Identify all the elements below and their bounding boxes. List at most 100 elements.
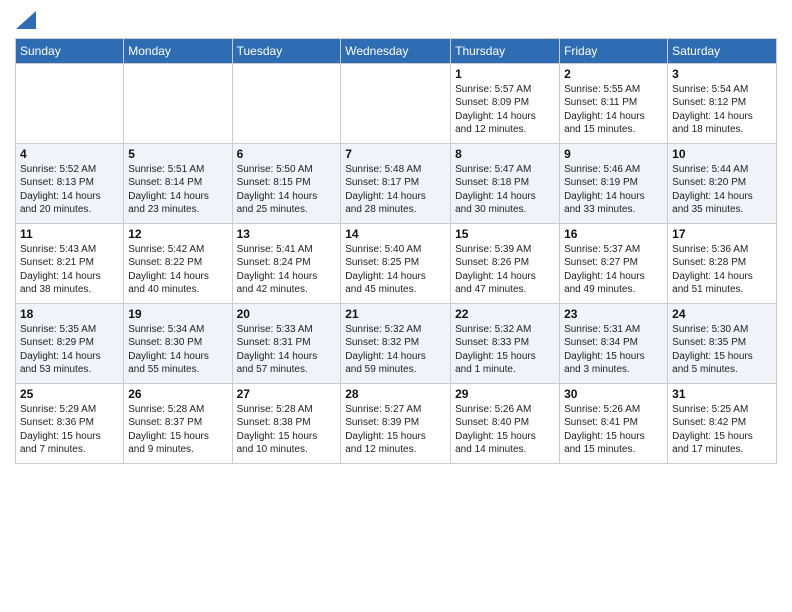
day-info: Sunrise: 5:36 AM Sunset: 8:28 PM Dayligh… (672, 243, 772, 297)
day-info: Sunrise: 5:54 AM Sunset: 8:12 PM Dayligh… (672, 83, 772, 137)
day-number: 7 (345, 147, 446, 161)
calendar-day-header: Monday (124, 38, 232, 63)
calendar-cell: 9 Sunrise: 5:46 AM Sunset: 8:19 PM Daylig… (560, 143, 668, 223)
calendar-cell: 15Sunrise: 5:39 AM Sunset: 8:26 PM Dayli… (451, 223, 560, 303)
calendar-cell: 31Sunrise: 5:25 AM Sunset: 8:42 PM Dayli… (668, 383, 777, 463)
calendar-cell: 28 Sunrise: 5:27 AM Sunset: 8:39 PM Dayli… (341, 383, 451, 463)
day-info: Sunrise: 5:52 AM Sunset: 8:13 PM Dayligh… (20, 163, 119, 217)
day-info: Sunrise: 5:44 AM Sunset: 8:20 PM Dayligh… (672, 163, 772, 217)
calendar-cell: 29 Sunrise: 5:26 AM Sunset: 8:40 PM Dayli… (451, 383, 560, 463)
calendar-cell: 7 Sunrise: 5:48 AM Sunset: 8:17 PM Daylig… (341, 143, 451, 223)
calendar-day-header: Tuesday (232, 38, 341, 63)
calendar-cell: 18 Sunrise: 5:35 AM Sunset: 8:29 PM Dayli… (16, 303, 124, 383)
calendar-cell: 13 Sunrise: 5:41 AM Sunset: 8:24 PM Dayli… (232, 223, 341, 303)
calendar-cell: 19Sunrise: 5:34 AM Sunset: 8:30 PM Dayli… (124, 303, 232, 383)
calendar-cell: 17 Sunrise: 5:36 AM Sunset: 8:28 PM Dayli… (668, 223, 777, 303)
day-info: Sunrise: 5:43 AM Sunset: 8:21 PM Dayligh… (20, 243, 119, 297)
day-info: Sunrise: 5:47 AM Sunset: 8:18 PM Dayligh… (455, 163, 555, 217)
calendar-day-header: Friday (560, 38, 668, 63)
calendar-cell: 22 Sunrise: 5:32 AM Sunset: 8:33 PM Dayli… (451, 303, 560, 383)
day-number: 3 (672, 67, 772, 81)
day-info: Sunrise: 5:50 AM Sunset: 8:15 PM Dayligh… (237, 163, 337, 217)
day-info: Sunrise: 5:35 AM Sunset: 8:29 PM Dayligh… (20, 323, 119, 377)
calendar-week-row: 1 Sunrise: 5:57 AM Sunset: 8:09 PM Daylig… (16, 63, 777, 143)
day-number: 29 (455, 387, 555, 401)
calendar-cell: 30 Sunrise: 5:26 AM Sunset: 8:41 PM Dayli… (560, 383, 668, 463)
calendar-week-row: 18 Sunrise: 5:35 AM Sunset: 8:29 PM Dayli… (16, 303, 777, 383)
calendar-day-header: Sunday (16, 38, 124, 63)
day-info: Sunrise: 5:57 AM Sunset: 8:09 PM Dayligh… (455, 83, 555, 137)
day-number: 8 (455, 147, 555, 161)
day-number: 13 (237, 227, 337, 241)
day-info: Sunrise: 5:33 AM Sunset: 8:31 PM Dayligh… (237, 323, 337, 377)
logo (15, 10, 36, 30)
calendar-cell: 25 Sunrise: 5:29 AM Sunset: 8:36 PM Dayli… (16, 383, 124, 463)
logo-icon (16, 11, 36, 29)
day-number: 15 (455, 227, 555, 241)
day-info: Sunrise: 5:30 AM Sunset: 8:35 PM Dayligh… (672, 323, 772, 377)
day-info: Sunrise: 5:55 AM Sunset: 8:11 PM Dayligh… (564, 83, 663, 137)
calendar-cell (124, 63, 232, 143)
calendar-cell: 24 Sunrise: 5:30 AM Sunset: 8:35 PM Dayli… (668, 303, 777, 383)
day-number: 12 (128, 227, 227, 241)
day-number: 26 (128, 387, 227, 401)
day-info: Sunrise: 5:41 AM Sunset: 8:24 PM Dayligh… (237, 243, 337, 297)
day-info: Sunrise: 5:42 AM Sunset: 8:22 PM Dayligh… (128, 243, 227, 297)
day-info: Sunrise: 5:40 AM Sunset: 8:25 PM Dayligh… (345, 243, 446, 297)
day-info: Sunrise: 5:48 AM Sunset: 8:17 PM Dayligh… (345, 163, 446, 217)
calendar-table: SundayMondayTuesdayWednesdayThursdayFrid… (15, 38, 777, 464)
day-number: 22 (455, 307, 555, 321)
day-info: Sunrise: 5:37 AM Sunset: 8:27 PM Dayligh… (564, 243, 663, 297)
day-number: 20 (237, 307, 337, 321)
day-number: 14 (345, 227, 446, 241)
day-number: 4 (20, 147, 119, 161)
calendar-cell: 11Sunrise: 5:43 AM Sunset: 8:21 PM Dayli… (16, 223, 124, 303)
page-container: SundayMondayTuesdayWednesdayThursdayFrid… (0, 0, 792, 469)
day-number: 21 (345, 307, 446, 321)
day-info: Sunrise: 5:31 AM Sunset: 8:34 PM Dayligh… (564, 323, 663, 377)
calendar-cell: 2 Sunrise: 5:55 AM Sunset: 8:11 PM Daylig… (560, 63, 668, 143)
calendar-cell (16, 63, 124, 143)
calendar-cell: 1 Sunrise: 5:57 AM Sunset: 8:09 PM Daylig… (451, 63, 560, 143)
day-number: 30 (564, 387, 663, 401)
day-info: Sunrise: 5:26 AM Sunset: 8:41 PM Dayligh… (564, 403, 663, 457)
day-number: 24 (672, 307, 772, 321)
day-info: Sunrise: 5:51 AM Sunset: 8:14 PM Dayligh… (128, 163, 227, 217)
calendar-cell: 4 Sunrise: 5:52 AM Sunset: 8:13 PM Daylig… (16, 143, 124, 223)
calendar-day-header: Saturday (668, 38, 777, 63)
day-number: 2 (564, 67, 663, 81)
day-number: 18 (20, 307, 119, 321)
calendar-cell: 5Sunrise: 5:51 AM Sunset: 8:14 PM Daylig… (124, 143, 232, 223)
day-info: Sunrise: 5:32 AM Sunset: 8:32 PM Dayligh… (345, 323, 446, 377)
day-info: Sunrise: 5:32 AM Sunset: 8:33 PM Dayligh… (455, 323, 555, 377)
day-number: 27 (237, 387, 337, 401)
day-number: 9 (564, 147, 663, 161)
calendar-cell: 3 Sunrise: 5:54 AM Sunset: 8:12 PM Daylig… (668, 63, 777, 143)
day-number: 1 (455, 67, 555, 81)
calendar-cell (232, 63, 341, 143)
day-number: 31 (672, 387, 772, 401)
calendar-cell: 21 Sunrise: 5:32 AM Sunset: 8:32 PM Dayli… (341, 303, 451, 383)
calendar-cell: 23Sunrise: 5:31 AM Sunset: 8:34 PM Dayli… (560, 303, 668, 383)
day-info: Sunrise: 5:26 AM Sunset: 8:40 PM Dayligh… (455, 403, 555, 457)
day-number: 28 (345, 387, 446, 401)
day-info: Sunrise: 5:28 AM Sunset: 8:37 PM Dayligh… (128, 403, 227, 457)
day-number: 25 (20, 387, 119, 401)
day-info: Sunrise: 5:28 AM Sunset: 8:38 PM Dayligh… (237, 403, 337, 457)
calendar-cell: 26 Sunrise: 5:28 AM Sunset: 8:37 PM Dayli… (124, 383, 232, 463)
calendar-cell: 16Sunrise: 5:37 AM Sunset: 8:27 PM Dayli… (560, 223, 668, 303)
calendar-header-row: SundayMondayTuesdayWednesdayThursdayFrid… (16, 38, 777, 63)
day-number: 10 (672, 147, 772, 161)
calendar-cell: 10 Sunrise: 5:44 AM Sunset: 8:20 PM Dayli… (668, 143, 777, 223)
calendar-day-header: Thursday (451, 38, 560, 63)
logo-text (15, 10, 36, 30)
day-number: 17 (672, 227, 772, 241)
day-info: Sunrise: 5:46 AM Sunset: 8:19 PM Dayligh… (564, 163, 663, 217)
calendar-cell: 8 Sunrise: 5:47 AM Sunset: 8:18 PM Daylig… (451, 143, 560, 223)
calendar-day-header: Wednesday (341, 38, 451, 63)
calendar-cell: 20 Sunrise: 5:33 AM Sunset: 8:31 PM Dayli… (232, 303, 341, 383)
calendar-cell: 6 Sunrise: 5:50 AM Sunset: 8:15 PM Daylig… (232, 143, 341, 223)
day-info: Sunrise: 5:29 AM Sunset: 8:36 PM Dayligh… (20, 403, 119, 457)
day-info: Sunrise: 5:27 AM Sunset: 8:39 PM Dayligh… (345, 403, 446, 457)
day-number: 6 (237, 147, 337, 161)
